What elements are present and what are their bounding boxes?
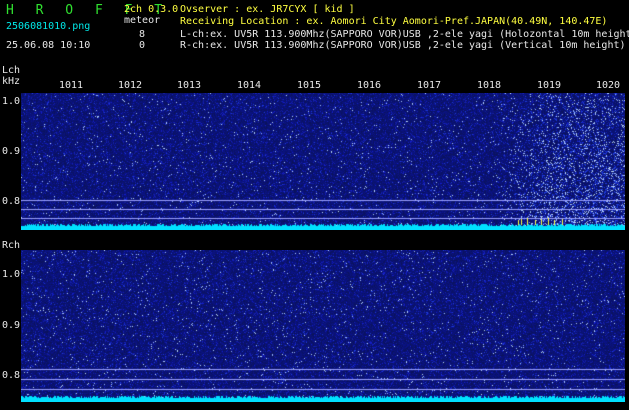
lch-channel-label: Lch (2, 65, 21, 76)
lch-freq-label: 0.8 (2, 196, 21, 207)
rch-freq-label: 0.9 (2, 320, 21, 331)
meteor-count-rch: 0 (139, 40, 146, 51)
rch-waterfall (21, 250, 625, 402)
minute-tick: 1015 (297, 80, 322, 91)
lch-unit-label: kHz (2, 76, 21, 87)
minute-tick: 1020 (596, 80, 621, 91)
observer-line: Ovserver : ex. JR7CYX [ kid ] (180, 4, 355, 15)
minute-tick: 1011 (59, 80, 84, 91)
rch-info-line: R-ch:ex. UV5R 113.900Mhz(SAPPORO VOR)USB… (180, 40, 626, 51)
meteor-label: meteor (124, 15, 161, 26)
rch-freq-label: 0.8 (2, 370, 21, 381)
minute-tick: 1012 (118, 80, 143, 91)
filename-label: 2506081010.png (6, 21, 91, 32)
lch-freq-label: 1.0 (2, 96, 21, 107)
minute-tick: 1016 (357, 80, 382, 91)
minute-tick: 1019 (537, 80, 562, 91)
lch-waterfall (21, 93, 625, 230)
lch-freq-label: 0.9 (2, 146, 21, 157)
mode-label: 2ch 0.3.0 (124, 4, 179, 15)
minute-tick: 1013 (177, 80, 202, 91)
minute-tick: 1014 (237, 80, 262, 91)
minute-tick: 1018 (477, 80, 502, 91)
lch-info-line: L-ch:ex. UV5R 113.900Mhz(SAPPORO VOR)USB… (180, 29, 629, 40)
datetime-label: 25.06.08 10:10 (6, 40, 91, 51)
rch-freq-label: 1.0 (2, 269, 21, 280)
location-line: Receiving Location : ex. Aomori City Aom… (180, 16, 608, 27)
rch-channel-label: Rch (2, 240, 21, 251)
meteor-count-lch: 8 (139, 29, 146, 40)
minute-tick: 1017 (417, 80, 442, 91)
